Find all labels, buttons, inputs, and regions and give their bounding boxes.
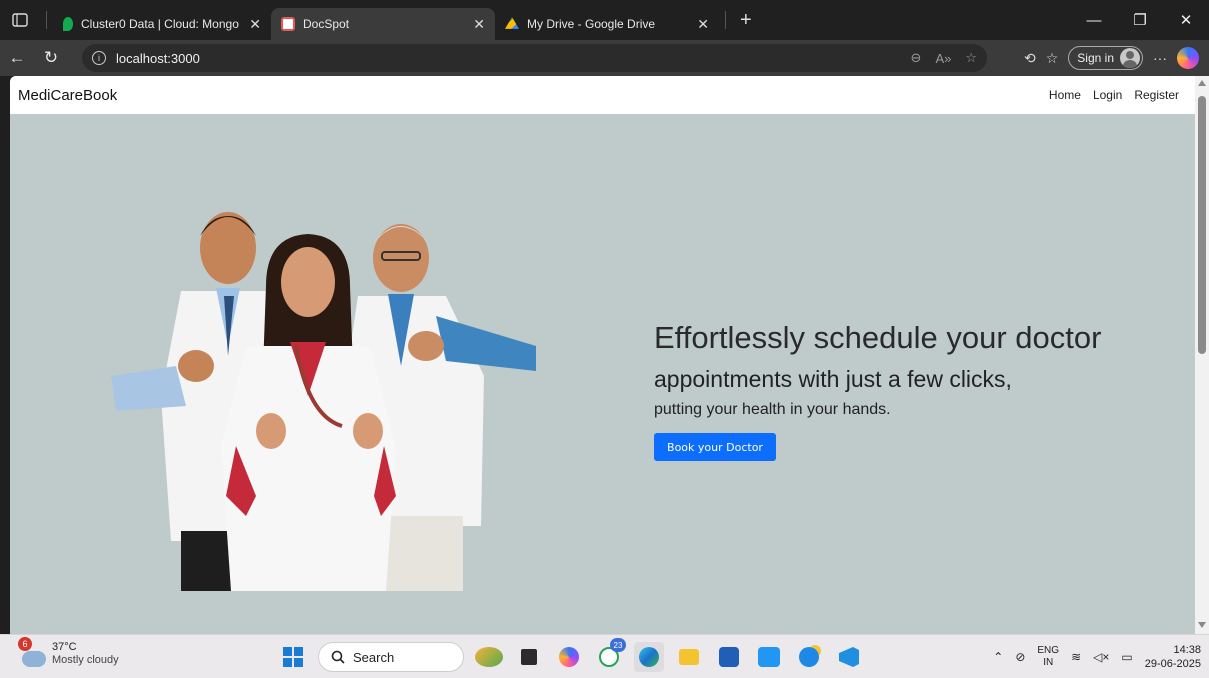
clock[interactable]: 14:38 29-06-2025 xyxy=(1145,643,1201,671)
close-tab-icon[interactable]: ✕ xyxy=(249,16,261,33)
file-explorer-icon[interactable] xyxy=(674,642,704,672)
vscode-icon[interactable] xyxy=(834,642,864,672)
doctor-center-figure xyxy=(221,234,396,591)
taskbar-search[interactable]: Search xyxy=(318,642,464,672)
hero-subheadline: appointments with just a few clicks, xyxy=(654,366,1012,392)
weather-widget[interactable]: 6 37°C Mostly cloudy xyxy=(18,637,119,667)
clock-time: 14:38 xyxy=(1173,644,1201,656)
tab-title: My Drive - Google Drive xyxy=(527,17,656,31)
tab-actions-button[interactable] xyxy=(0,0,40,40)
tab-separator xyxy=(46,11,47,29)
nav-home-link[interactable]: Home xyxy=(1049,88,1081,102)
sign-in-button[interactable]: Sign in xyxy=(1068,46,1143,70)
language-indicator[interactable]: ENG IN xyxy=(1037,645,1059,669)
restore-icon[interactable]: ❐ xyxy=(1117,0,1163,40)
scroll-down-icon[interactable] xyxy=(1198,622,1206,628)
task-view-icon[interactable] xyxy=(514,642,544,672)
tab-separator xyxy=(725,11,726,29)
doctors-hero-image xyxy=(111,212,536,591)
region-code: IN xyxy=(1043,657,1054,668)
weather-badge: 6 xyxy=(18,637,32,651)
google-drive-icon xyxy=(505,17,519,29)
system-tray: ⌃ ⊘ ENG IN ≋ ◁× ▭ 14:38 29-06-2025 xyxy=(993,641,1201,673)
microsoft-store-icon[interactable] xyxy=(714,642,744,672)
help-app-icon[interactable] xyxy=(794,642,824,672)
extensions-icon[interactable]: ⟲ xyxy=(1024,50,1036,67)
site-navbar: MediCareBook Home Login Register xyxy=(10,76,1195,114)
sign-in-label: Sign in xyxy=(1077,51,1114,65)
tab-docspot[interactable]: DocSpot ✕ xyxy=(271,8,495,40)
nav-register-link[interactable]: Register xyxy=(1134,88,1179,102)
start-button[interactable] xyxy=(278,642,308,672)
weather-condition: Mostly cloudy xyxy=(52,654,119,666)
nav-links: Home Login Register xyxy=(1049,88,1179,102)
whatsapp-icon[interactable]: 23 xyxy=(594,638,626,672)
close-tab-icon[interactable]: ✕ xyxy=(473,16,485,33)
close-window-icon[interactable]: ✕ xyxy=(1163,0,1209,40)
docspot-icon xyxy=(281,17,295,31)
page-viewport: MediCareBook Home Login Register Effortl… xyxy=(10,76,1195,634)
clock-date: 29-06-2025 xyxy=(1144,658,1201,670)
url-text: localhost:3000 xyxy=(116,50,200,66)
zoom-out-icon[interactable]: ⊖ xyxy=(911,50,922,66)
book-doctor-button[interactable]: Book your Doctor xyxy=(654,433,776,461)
address-bar[interactable]: i localhost:3000 ⊖ A» ☆ xyxy=(82,44,987,72)
taskbar-apps: Search 23 xyxy=(278,638,864,673)
scroll-up-icon[interactable] xyxy=(1198,80,1206,86)
tab-google-drive[interactable]: My Drive - Google Drive ✕ xyxy=(495,8,719,40)
tab-title: Cluster0 Data | Cloud: MongoDB Cloud xyxy=(81,17,239,31)
whatsapp-badge: 23 xyxy=(610,638,626,652)
tab-mongodb[interactable]: Cluster0 Data | Cloud: MongoDB Cloud ✕ xyxy=(53,8,271,40)
copilot-app-icon[interactable] xyxy=(554,642,584,672)
browser-toolbar: ← ↻ i localhost:3000 ⊖ A» ☆ ⟲ ☆ Sign in … xyxy=(0,40,1209,76)
weather-temp: 37°C xyxy=(52,641,77,653)
page-scrollbar[interactable] xyxy=(1195,76,1209,634)
nav-login-link[interactable]: Login xyxy=(1093,88,1122,102)
favorite-star-icon[interactable]: ☆ xyxy=(965,50,977,66)
wifi-icon[interactable]: ≋ xyxy=(1071,650,1081,664)
brand-logo[interactable]: MediCareBook xyxy=(18,87,117,104)
tab-actions-icon xyxy=(12,13,28,27)
cloud-icon: 6 xyxy=(18,637,46,667)
search-icon xyxy=(331,650,345,664)
browser-tab-strip: Cluster0 Data | Cloud: MongoDB Cloud ✕ D… xyxy=(0,0,1209,40)
new-tab-button[interactable]: + xyxy=(740,9,752,32)
battery-icon[interactable]: ▭ xyxy=(1121,650,1132,664)
favorites-icon[interactable]: ☆ xyxy=(1046,50,1059,67)
avatar xyxy=(1120,48,1140,68)
refresh-icon[interactable]: ↻ xyxy=(34,41,68,75)
myhp-icon[interactable] xyxy=(754,642,784,672)
meet-now-icon[interactable]: ⊘ xyxy=(1015,650,1025,664)
search-label: Search xyxy=(353,649,395,665)
language-code: ENG xyxy=(1037,645,1060,656)
edge-browser-icon[interactable] xyxy=(634,642,664,672)
hero-tagline: putting your health in your hands. xyxy=(654,401,891,418)
windows-logo-icon xyxy=(283,647,303,667)
read-aloud-icon[interactable]: A» xyxy=(935,51,951,66)
windows-taskbar: 6 37°C Mostly cloudy Search 23 ⌃ ⊘ ENG I… xyxy=(0,634,1209,678)
widgets-icon[interactable] xyxy=(474,642,504,672)
window-controls: — ❐ ✕ xyxy=(1071,0,1209,40)
toolbar-right: ⟲ ☆ Sign in ··· xyxy=(1024,40,1209,76)
hero-text: Effortlessly schedule your doctor appoin… xyxy=(654,320,1101,461)
address-bar-icons: ⊖ A» ☆ xyxy=(911,44,977,72)
minimize-icon[interactable]: — xyxy=(1071,0,1117,40)
tab-title: DocSpot xyxy=(303,17,350,31)
info-icon[interactable]: i xyxy=(92,51,106,65)
chevron-up-icon[interactable]: ⌃ xyxy=(993,650,1003,664)
back-arrow-icon[interactable]: ← xyxy=(0,41,34,75)
copilot-icon[interactable] xyxy=(1177,47,1199,69)
mongodb-leaf-icon xyxy=(63,17,73,31)
scroll-thumb[interactable] xyxy=(1198,96,1206,354)
close-tab-icon[interactable]: ✕ xyxy=(697,16,709,33)
volume-muted-icon[interactable]: ◁× xyxy=(1093,650,1109,664)
hero-headline: Effortlessly schedule your doctor xyxy=(654,320,1102,355)
more-menu-icon[interactable]: ··· xyxy=(1153,50,1167,66)
